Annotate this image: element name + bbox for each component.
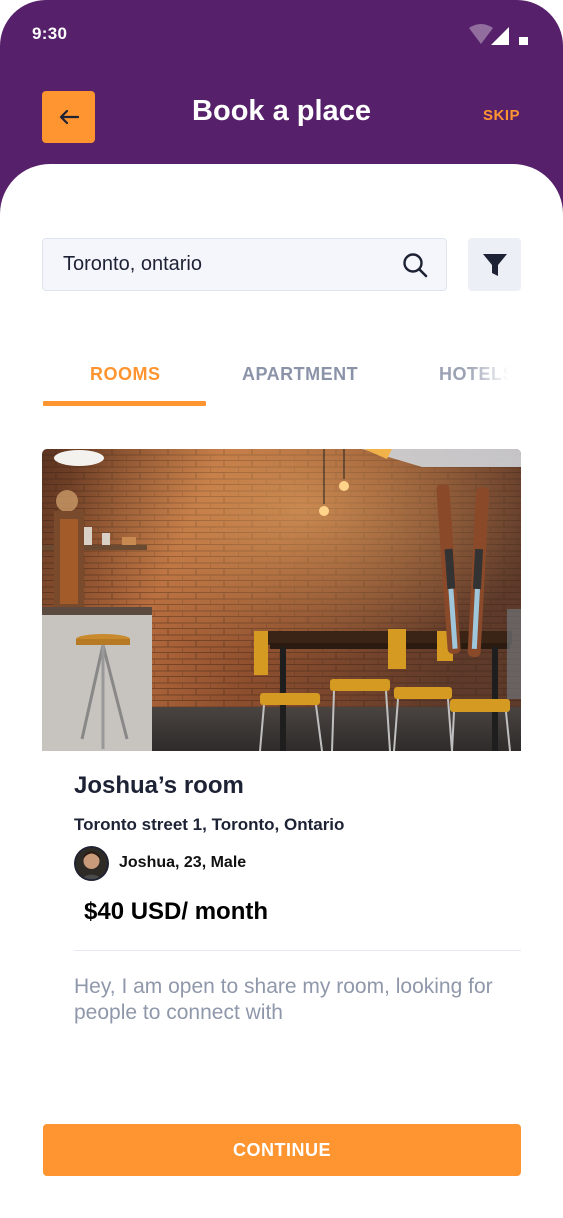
active-tab-indicator: [43, 401, 206, 406]
divider: [74, 950, 521, 951]
status-time: 9:30: [32, 24, 68, 43]
search-icon[interactable]: [402, 252, 428, 278]
tab-apartment[interactable]: APARTMENT: [242, 364, 358, 385]
back-button[interactable]: [42, 91, 95, 143]
skip-button[interactable]: SKIP: [483, 107, 520, 124]
filter-button[interactable]: [468, 238, 521, 291]
wifi-icon: [469, 24, 493, 44]
tab-hotels[interactable]: HOTELS: [439, 364, 509, 385]
phone-screen: 9:30 Book a place SKIP Toronto, ontario …: [0, 0, 563, 1218]
room-photo[interactable]: [42, 449, 521, 751]
room-title: Joshua’s room: [74, 772, 244, 799]
category-tabs: ROOMS APARTMENT HOTELS: [42, 356, 522, 408]
battery-icon: [519, 37, 528, 45]
arrow-left-icon: [59, 109, 79, 125]
room-description: Hey, I am open to share my room, looking…: [74, 975, 493, 1024]
avatar: [74, 846, 109, 881]
tab-rooms[interactable]: ROOMS: [90, 364, 161, 385]
continue-button[interactable]: CONTINUE: [43, 1124, 521, 1176]
search-field[interactable]: Toronto, ontario: [42, 238, 447, 291]
status-icons: [469, 24, 528, 45]
room-address: Toronto street 1, Toronto, Ontario: [74, 815, 345, 834]
search-input[interactable]: Toronto, ontario: [63, 253, 402, 276]
host-info: Joshua, 23, Male: [119, 854, 247, 871]
page-title: Book a place: [192, 95, 371, 127]
filter-icon: [482, 253, 507, 276]
room-price: $40 USD/ month: [84, 898, 269, 925]
signal-icon: [491, 27, 509, 45]
